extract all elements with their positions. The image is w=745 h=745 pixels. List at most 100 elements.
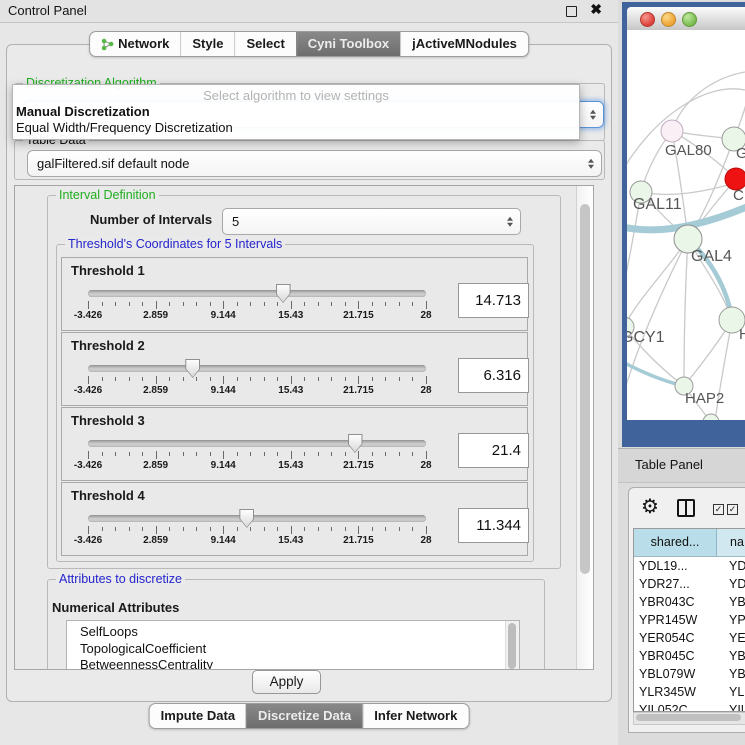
scale-label: 21.715 — [343, 460, 374, 471]
threshold-label: Threshold 1 — [71, 263, 145, 278]
settings-gear-icon[interactable]: ⚙ — [641, 494, 659, 519]
threshold-value-field[interactable] — [458, 433, 529, 468]
tick-mark — [399, 302, 400, 306]
tab-cyni-toolbox[interactable]: Cyni Toolbox — [296, 32, 400, 56]
slider-handle-face — [277, 285, 290, 302]
float-window-icon[interactable] — [566, 6, 577, 17]
cell-shared-name: YLR345W — [634, 683, 721, 701]
algorithm-option-manual-discretization[interactable]: Manual Discretization — [13, 104, 579, 120]
cell-name: YDR2 — [721, 575, 745, 593]
tick-mark — [129, 302, 130, 306]
table-row[interactable]: YDR27...YDR2 — [634, 575, 745, 593]
close-icon[interactable]: ✖ — [590, 1, 602, 18]
table-row[interactable]: YBR043CYBR0 — [634, 593, 745, 611]
table-row[interactable]: YDL19...YDL1 — [634, 557, 745, 575]
minimize-traffic-light-icon[interactable] — [661, 12, 676, 27]
combo-stepper-icon[interactable] — [590, 109, 596, 120]
column-header-name[interactable]: na — [717, 529, 745, 556]
node-label: H — [739, 326, 745, 343]
algorithm-popup: Select algorithm to view settings Manual… — [12, 84, 580, 140]
tab-label: Impute Data — [161, 704, 235, 728]
number-of-intervals-combo[interactable]: 5 — [222, 208, 521, 235]
tick-mark — [237, 452, 238, 456]
attribute-item-selfloops[interactable]: SelfLoops — [67, 624, 519, 641]
scale-label: 9.144 — [211, 310, 236, 321]
table-row[interactable]: YLR345WYLR3 — [634, 683, 745, 701]
threshold-box-1: Threshold 1-3.4262.8599.14415.4321.71528 — [61, 257, 528, 331]
threshold-value-field[interactable] — [458, 283, 529, 318]
mode-tab-discretize-data[interactable]: Discretize Data — [246, 704, 362, 728]
tick-mark — [196, 302, 197, 306]
slider-track[interactable] — [88, 515, 426, 522]
table-row[interactable]: YPR145WYPR1 — [634, 611, 745, 629]
column-header-shared-name[interactable]: shared... — [634, 529, 717, 556]
slider-track[interactable] — [88, 290, 426, 297]
network-edge[interactable] — [684, 239, 688, 386]
tab-jactivemnodules[interactable]: jActiveMNodules — [400, 32, 528, 56]
mode-tab-infer-network[interactable]: Infer Network — [362, 704, 468, 728]
settings-vertical-scrollbar[interactable] — [576, 186, 593, 669]
tick-mark — [142, 377, 143, 381]
tab-network[interactable]: Network — [90, 32, 180, 56]
threshold-value-field[interactable] — [458, 358, 529, 393]
tick-mark — [385, 302, 386, 306]
tick-mark — [291, 526, 292, 534]
network-node-gal80[interactable] — [661, 120, 683, 142]
scale-label: 15.43 — [278, 385, 303, 396]
attribute-item-betweennesscentrality[interactable]: BetweennessCentrality — [67, 657, 519, 670]
tab-style[interactable]: Style — [180, 32, 234, 56]
numerical-attributes-list[interactable]: SelfLoopsTopologicalCoefficientBetweenne… — [66, 620, 520, 670]
apply-button[interactable]: Apply — [252, 670, 321, 694]
table-row[interactable]: YBR045CYBR0 — [634, 647, 745, 665]
right-side-area: GAL80GACGAL11GAL4GCY1HHAP2 Table Panel ⚙… — [618, 0, 745, 745]
column-layout-icon[interactable] — [677, 499, 695, 517]
slider-track[interactable] — [88, 440, 426, 447]
tick-mark — [277, 302, 278, 306]
scale-label: -3.426 — [74, 535, 102, 546]
tab-select[interactable]: Select — [234, 32, 295, 56]
table-data-group: Table Data galFiltered.sif default node — [14, 140, 605, 180]
mode-tab-impute-data[interactable]: Impute Data — [150, 704, 246, 728]
table-row[interactable]: YBL079WYBL0 — [634, 665, 745, 683]
tick-mark — [385, 377, 386, 381]
network-edge[interactable] — [627, 239, 688, 327]
table-row[interactable]: YER054CYER0 — [634, 629, 745, 647]
settings-scrollbar-thumb[interactable] — [580, 204, 590, 574]
tick-mark — [115, 302, 116, 306]
scale-label: 28 — [420, 460, 431, 471]
table-horizontal-scrollbar[interactable] — [633, 712, 745, 725]
tick-mark — [291, 451, 292, 459]
network-edge[interactable] — [672, 72, 745, 131]
tick-mark — [169, 452, 170, 456]
node-attribute-table[interactable]: shared... na YDL19...YDL1YDR27...YDR2YBR… — [633, 528, 745, 712]
slider-track[interactable] — [88, 365, 426, 372]
tick-mark — [372, 302, 373, 306]
combo-stepper-icon[interactable] — [588, 158, 594, 169]
zoom-traffic-light-icon[interactable] — [682, 12, 697, 27]
table-scrollbar-thumb[interactable] — [636, 714, 741, 721]
tick-mark — [88, 376, 89, 384]
tick-mark — [223, 451, 224, 459]
attribute-item-topologicalcoefficient[interactable]: TopologicalCoefficient — [67, 641, 519, 658]
network-graph[interactable]: GAL80GACGAL11GAL4GCY1HHAP2 — [627, 30, 745, 420]
attributes-group: Attributes to discretize Numerical Attri… — [47, 579, 545, 670]
tick-mark — [183, 302, 184, 306]
attributes-scrollbar[interactable] — [505, 621, 519, 670]
checkbox-icon[interactable]: ✓ — [727, 504, 738, 515]
tick-mark — [412, 527, 413, 531]
scale-label: 21.715 — [343, 385, 374, 396]
slider-handle-face — [186, 360, 199, 377]
table-panel-titlebar: Table Panel — [618, 448, 745, 483]
attributes-scrollbar-thumb[interactable] — [508, 623, 516, 669]
threshold-value-field[interactable] — [458, 508, 529, 543]
table-data-combo[interactable]: galFiltered.sif default node — [27, 150, 602, 177]
combo-stepper-icon[interactable] — [507, 216, 513, 227]
tick-mark — [156, 451, 157, 459]
close-traffic-light-icon[interactable] — [640, 12, 655, 27]
checkbox-icon[interactable]: ✓ — [713, 504, 724, 515]
algorithm-option-equal-width-frequency-discretization[interactable]: Equal Width/Frequency Discretization — [13, 120, 579, 136]
tick-mark — [345, 452, 346, 456]
table-row[interactable]: YIL052CYIL0 — [634, 701, 745, 712]
network-canvas[interactable]: GAL80GACGAL11GAL4GCY1HHAP2 — [627, 30, 745, 420]
tick-mark — [304, 452, 305, 456]
